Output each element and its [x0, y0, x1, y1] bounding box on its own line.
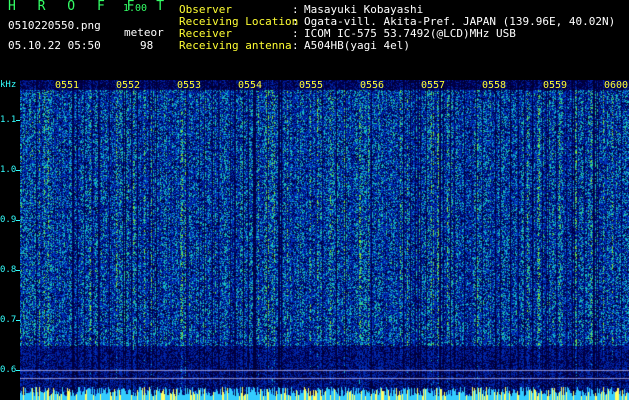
- meteor-count: 98: [140, 39, 154, 52]
- spectrogram-canvas[interactable]: [20, 80, 629, 400]
- time-label-0552: 0552: [116, 80, 141, 91]
- time-label-0558: 0558: [482, 80, 507, 91]
- info-colon: :: [292, 39, 299, 52]
- capture-datetime: 05.10.22 05:50: [8, 39, 101, 52]
- info-label-antenna: Receiving antenna: [179, 39, 292, 52]
- axis-unit-label: kHz: [0, 80, 17, 90]
- app-version: 1.00: [123, 3, 148, 14]
- header-panel: H R O F F T 1.00 0510220550.png meteor 0…: [0, 0, 629, 80]
- time-label-0555: 0555: [299, 80, 324, 91]
- time-label-0551: 0551: [55, 80, 80, 91]
- axis-tick-mark: [16, 120, 20, 121]
- time-label-0557: 0557: [421, 80, 446, 91]
- info-value-antenna: A504HB(yagi 4el): [304, 39, 410, 52]
- axis-tick-mark: [16, 370, 20, 371]
- time-label-0600: 0600: [604, 80, 629, 91]
- axis-tick-mark: [16, 220, 20, 221]
- time-label-0554: 0554: [238, 80, 263, 91]
- time-label-0559: 0559: [543, 80, 568, 91]
- axis-tick-mark: [16, 270, 20, 271]
- image-filename: 0510220550.png: [8, 19, 101, 32]
- time-label-0556: 0556: [360, 80, 385, 91]
- time-label-0553: 0553: [177, 80, 202, 91]
- axis-tick-mark: [16, 170, 20, 171]
- frequency-axis: kHz 1.1 1.0 0.9 0.8 0.7 0.6: [0, 80, 20, 400]
- meteor-label: meteor: [124, 26, 164, 39]
- axis-tick-mark: [16, 320, 20, 321]
